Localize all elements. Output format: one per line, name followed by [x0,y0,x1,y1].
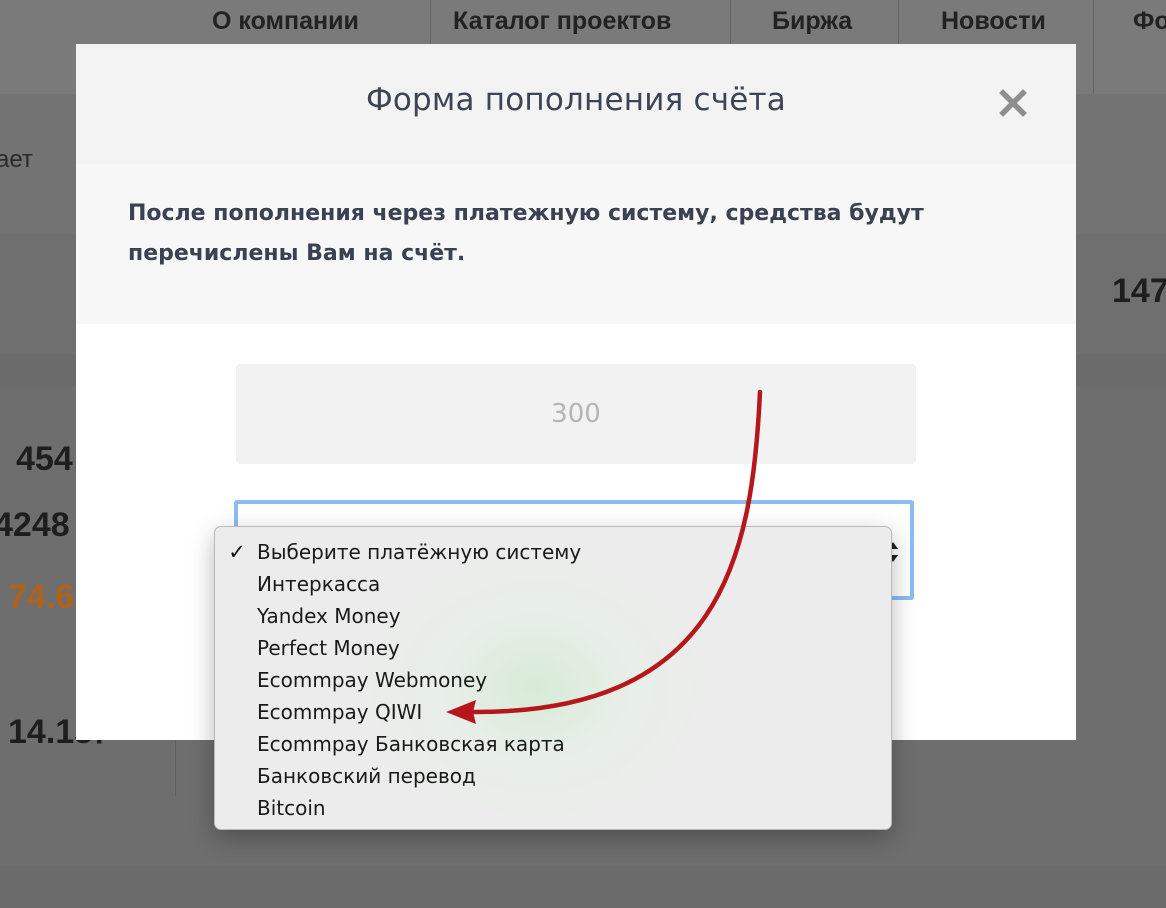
option-placeholder[interactable]: ✓ Выберите платёжную систему [215,536,891,568]
close-icon[interactable] [996,86,1030,120]
background-text-fragment: ает [0,146,33,173]
background-stat-value-accent: 74.6 [8,578,75,616]
modal-title: Форма пополнения счёта [366,82,786,118]
info-message: После пополнения через платежную систему… [128,201,924,266]
option-ecommpay-bank-card[interactable]: Ecommpay Банковская карта [215,728,891,760]
background-stat-value: 147 [1112,272,1166,310]
option-label: Выберите платёжную систему [257,540,582,564]
option-label: Ecommpay QIWI [257,700,423,724]
payment-system-options: ✓ Выберите платёжную систему Интеркасса … [215,536,891,824]
payment-system-dropdown: ✓ Выберите платёжную систему Интеркасса … [214,526,892,830]
option-yandex-money[interactable]: Yandex Money [215,600,891,632]
background-stat-value: 4248 [0,506,70,544]
option-label: Perfect Money [257,636,400,660]
option-interkassa[interactable]: Интеркасса [215,568,891,600]
background-stat-value: 454 [16,440,73,478]
nav-separator [1093,0,1094,94]
nav-item-partial[interactable]: Фо [1133,0,1166,94]
option-label: Ecommpay Банковская карта [257,732,565,756]
option-bitcoin[interactable]: Bitcoin [215,792,891,824]
option-label: Ecommpay Webmoney [257,668,488,692]
modal-header: Форма пополнения счёта [76,44,1076,164]
option-label: Интеркасса [257,572,381,596]
option-label: Yandex Money [257,604,401,628]
option-label: Банковский перевод [257,764,476,788]
modal-info-panel: После пополнения через платежную систему… [76,164,1076,324]
option-ecommpay-webmoney[interactable]: Ecommpay Webmoney [215,664,891,696]
amount-input[interactable] [236,364,916,464]
option-bank-transfer[interactable]: Банковский перевод [215,760,891,792]
option-label: Bitcoin [257,796,326,820]
checkmark-icon: ✓ [228,540,246,564]
option-perfect-money[interactable]: Perfect Money [215,632,891,664]
option-ecommpay-qiwi[interactable]: Ecommpay QIWI [215,696,891,728]
